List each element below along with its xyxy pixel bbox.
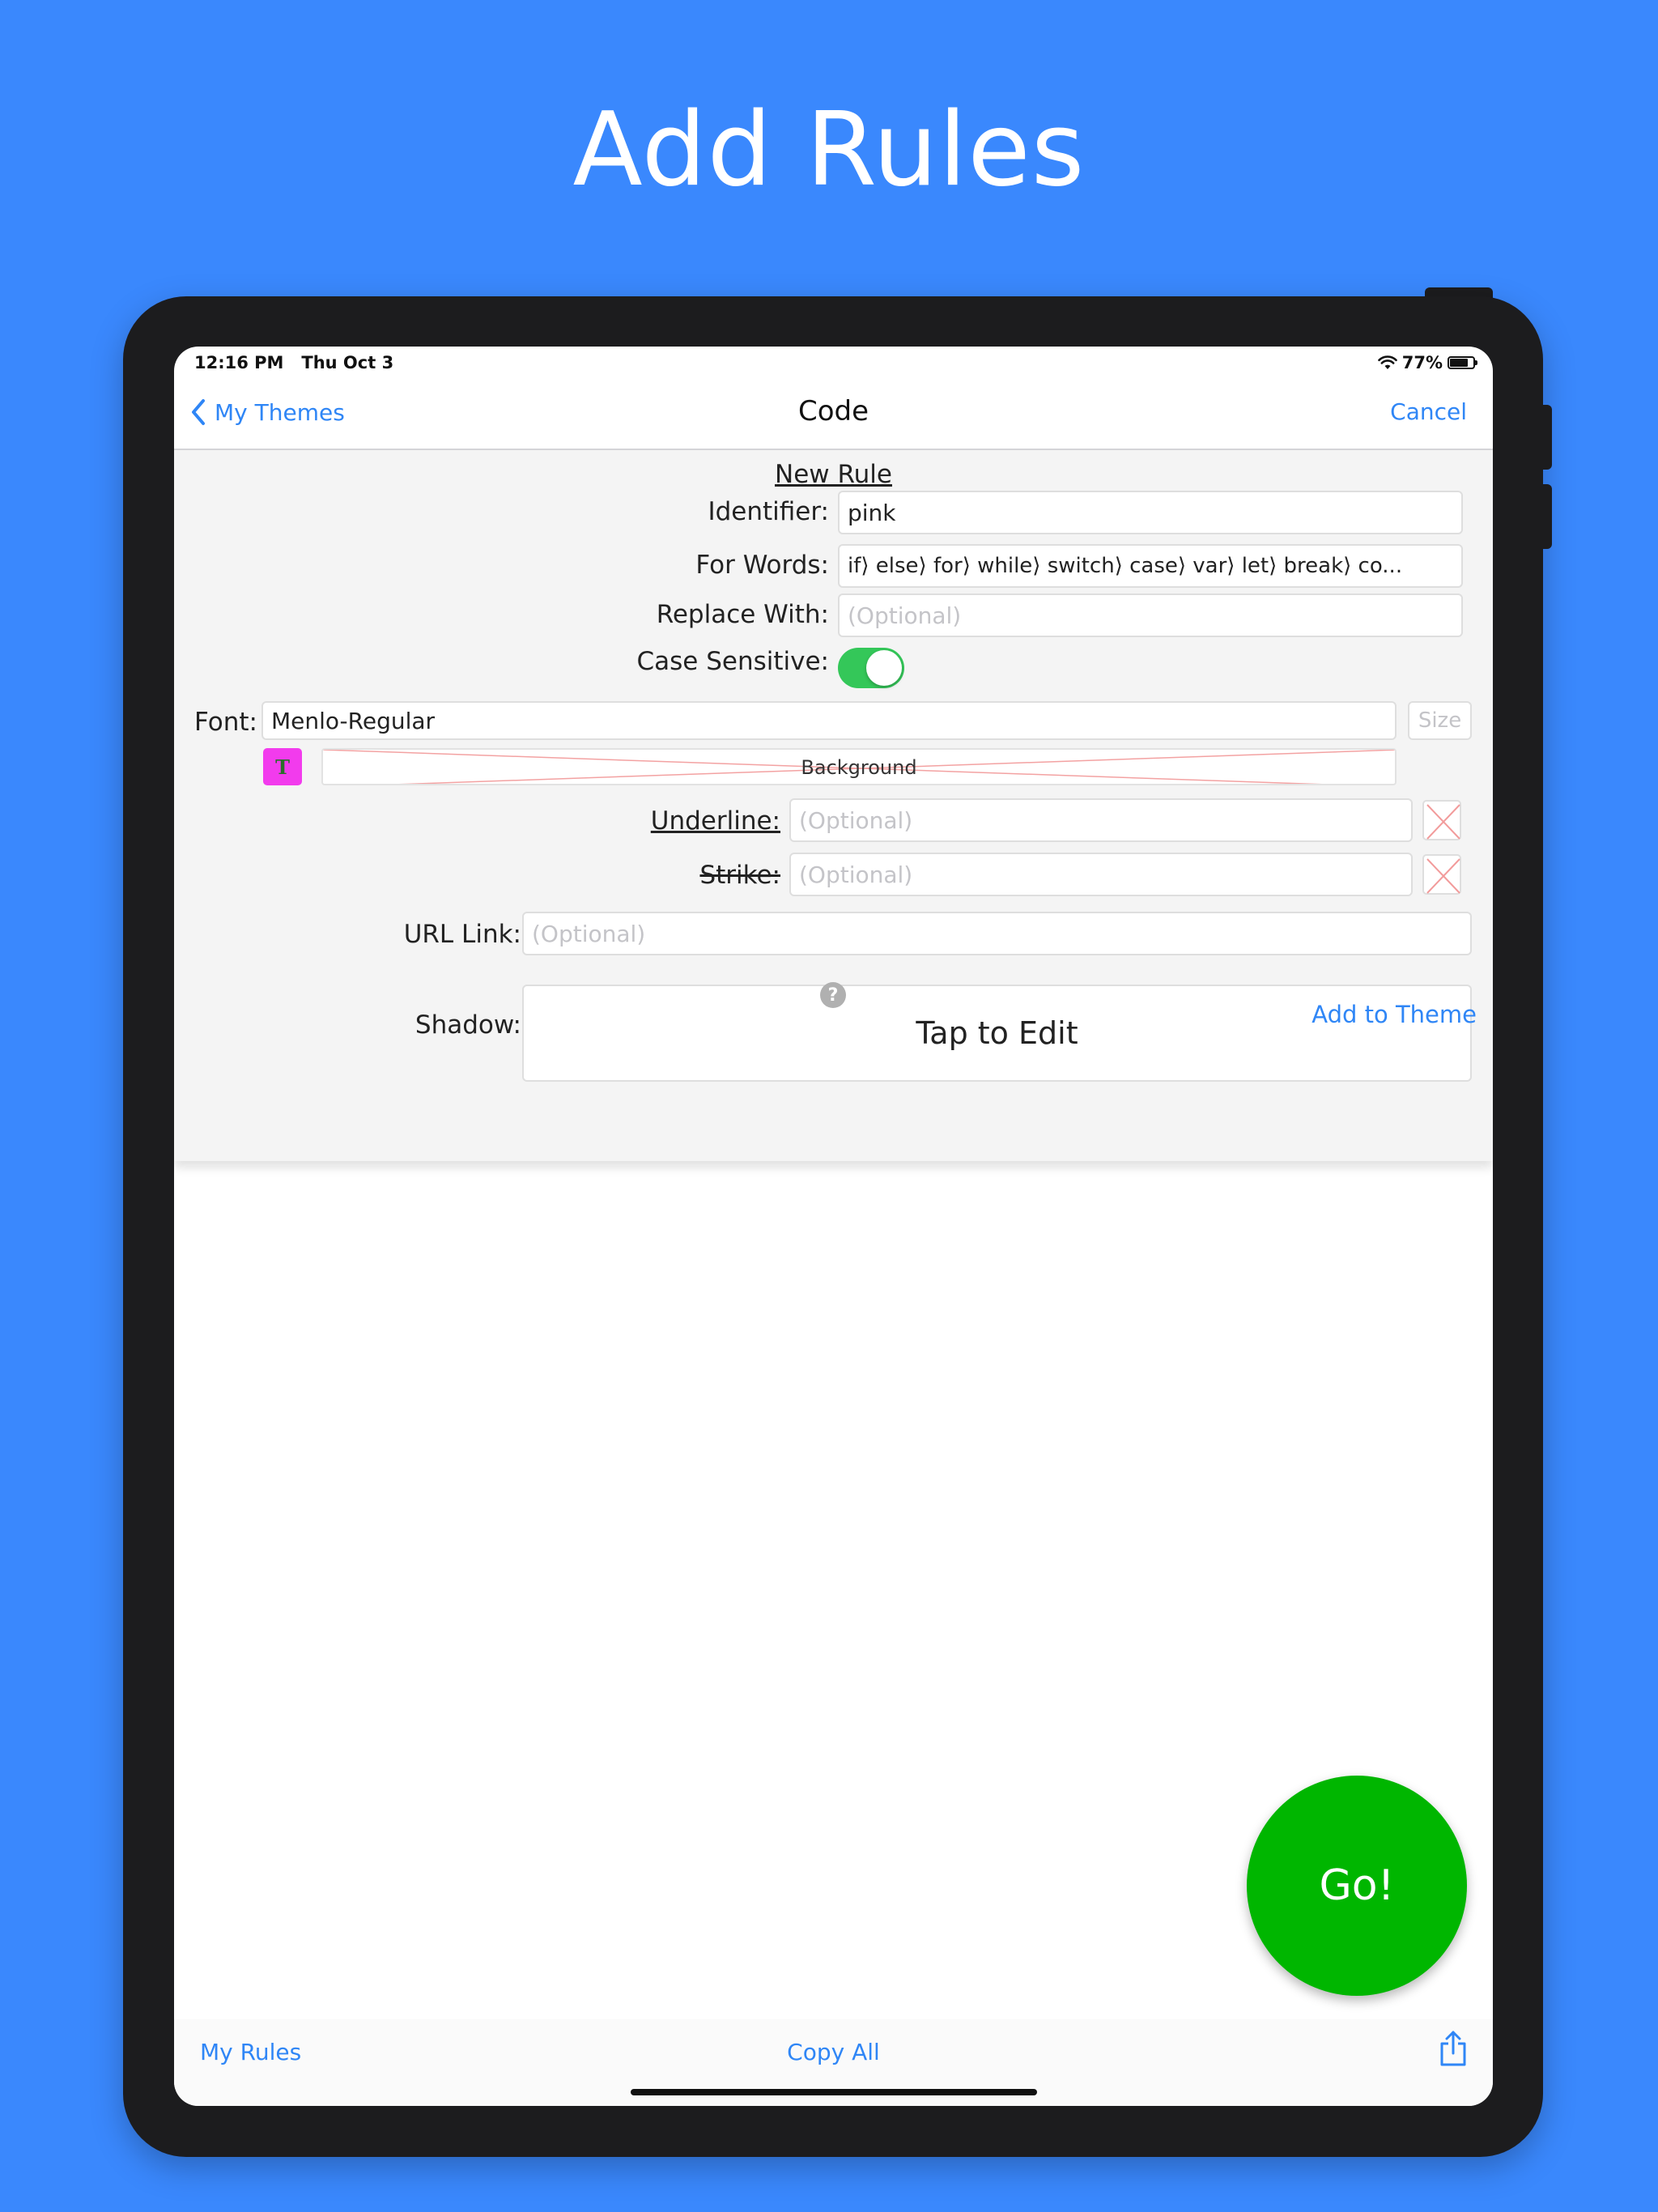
help-icon[interactable]: ? xyxy=(820,982,846,1008)
status-clock: 12:16 PM xyxy=(194,353,284,372)
page-headline: Add Rules xyxy=(572,90,1086,209)
text-color-button[interactable]: T xyxy=(263,748,302,785)
status-bar: 12:16 PM Thu Oct 3 77% xyxy=(174,347,1493,379)
toggle-knob xyxy=(866,650,902,686)
shadow-edit-button[interactable]: Tap to Edit xyxy=(522,985,1472,1082)
home-indicator xyxy=(631,2089,1037,2095)
strike-field[interactable]: (Optional) xyxy=(789,853,1413,896)
share-button[interactable] xyxy=(1439,2031,1467,2069)
battery-percent: 77% xyxy=(1401,353,1443,372)
strike-color-button[interactable] xyxy=(1422,854,1461,895)
navigation-bar: My Themes Code Cancel xyxy=(174,379,1493,450)
for-words-field[interactable]: if⟩ else⟩ for⟩ while⟩ switch⟩ case⟩ var⟩… xyxy=(838,544,1463,588)
wifi-icon xyxy=(1377,355,1397,369)
no-color-cross-icon xyxy=(1426,858,1460,894)
copy-all-container: Copy All xyxy=(174,2039,1493,2065)
ipad-screen: 12:16 PM Thu Oct 3 77% My Themes Code Ca… xyxy=(174,347,1493,2106)
identifier-label: Identifier: xyxy=(708,497,829,526)
background-label: Background xyxy=(801,756,917,779)
copy-all-button[interactable]: Copy All xyxy=(787,2039,880,2065)
go-button[interactable]: Go! xyxy=(1247,1776,1467,1996)
status-indicators: 77% xyxy=(1377,353,1477,372)
text-color-glyph: T xyxy=(275,755,290,779)
for-words-label: For Words: xyxy=(695,551,829,580)
device-volume-up-button xyxy=(1541,405,1552,470)
replace-with-label: Replace With: xyxy=(656,600,829,629)
nav-title: Code xyxy=(797,395,869,428)
underline-color-button[interactable] xyxy=(1422,800,1461,840)
underline-label: Underline: xyxy=(650,806,780,836)
replace-with-field[interactable]: (Optional) xyxy=(838,593,1463,637)
add-to-theme-button[interactable]: Add to Theme xyxy=(1312,1001,1477,1028)
panel-title: New Rule xyxy=(775,460,892,489)
url-link-field[interactable]: (Optional) xyxy=(522,912,1472,955)
no-color-cross-icon xyxy=(1426,804,1460,840)
share-icon xyxy=(1440,2031,1466,2066)
device-volume-down-button xyxy=(1541,484,1552,549)
case-sensitive-label: Case Sensitive: xyxy=(636,647,829,676)
new-rule-panel: New Rule Identifier: pink For Words: if⟩… xyxy=(174,450,1493,1161)
font-label: Font: xyxy=(194,708,257,737)
background-color-button[interactable]: Background xyxy=(321,748,1397,785)
status-date: Thu Oct 3 xyxy=(301,353,394,372)
status-time: 12:16 PM Thu Oct 3 xyxy=(194,353,393,372)
shadow-label: Shadow: xyxy=(414,1010,521,1040)
battery-icon xyxy=(1448,356,1477,369)
identifier-field[interactable]: pink xyxy=(838,491,1463,534)
underline-field[interactable]: (Optional) xyxy=(789,798,1413,842)
font-name-field[interactable]: Menlo-Regular xyxy=(261,701,1397,740)
strike-label: Strike: xyxy=(699,861,780,890)
cancel-button[interactable]: Cancel xyxy=(1390,398,1467,425)
shadow-edit-label: Tap to Edit xyxy=(916,1015,1078,1051)
font-size-field[interactable]: Size xyxy=(1408,701,1472,740)
go-button-label: Go! xyxy=(1319,1861,1395,1910)
url-link-label: URL Link: xyxy=(403,920,521,949)
case-sensitive-toggle[interactable] xyxy=(838,648,904,688)
